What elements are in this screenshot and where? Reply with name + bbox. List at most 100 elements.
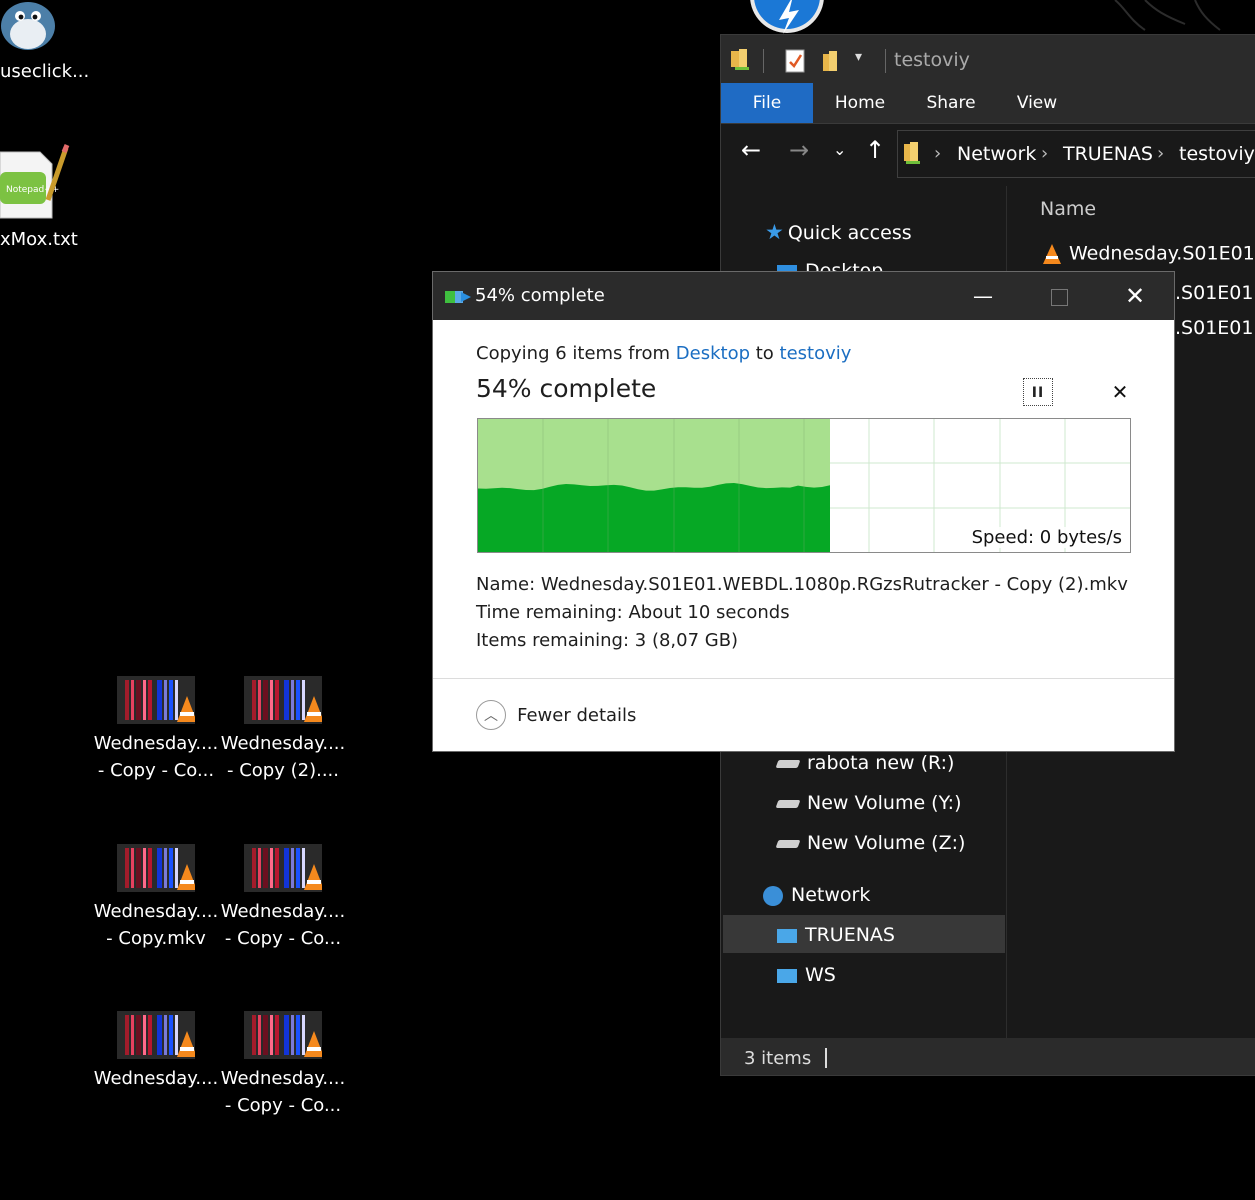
desktop-label-txt: xMox.txt — [0, 229, 78, 250]
breadcrumb-separator-icon: › — [1041, 143, 1049, 164]
detail-time-value: About 10 seconds — [628, 602, 790, 623]
tab-share[interactable]: Share — [911, 83, 991, 123]
file-row[interactable]: Wednesday.S01E01.W — [1041, 242, 1255, 266]
forward-arrow-icon[interactable]: → — [789, 136, 809, 164]
desktop-file-label: Wednesday.... — [93, 901, 219, 922]
nav-network[interactable]: Network — [763, 884, 870, 906]
desktop-file-label: Wednesday.... — [220, 733, 346, 754]
desktop-file-mkv-1[interactable]: Wednesday.... - Copy - Co... — [91, 672, 221, 792]
address-bar[interactable]: › Network › TRUENAS › testoviy — [897, 130, 1255, 178]
transfer-speed-graph: Speed: 0 bytes/s — [477, 418, 1131, 553]
properties-icon[interactable] — [785, 49, 807, 73]
copy-progress-dialog[interactable]: 54% complete — ✕ Copying 6 items from De… — [432, 271, 1175, 752]
desktop-file-label: Wednesday.... — [220, 1068, 346, 1089]
qat-dropdown-icon[interactable]: ▾ — [855, 49, 862, 65]
desktop-shortcut-lightning-app[interactable] — [749, 0, 825, 34]
desktop-file-txt[interactable]: Notepad++ xMox.txt — [0, 142, 90, 252]
breadcrumb-testoviy[interactable]: testoviy — [1179, 131, 1255, 177]
dialog-title-bar[interactable]: 54% complete — ✕ — [433, 272, 1174, 320]
wallpaper-decoration — [1114, 0, 1221, 31]
nav-drive-r[interactable]: rabota new (R:) — [775, 752, 954, 774]
breadcrumb-truenas[interactable]: TRUENAS — [1063, 131, 1153, 177]
breadcrumb-separator-icon: › — [934, 143, 942, 164]
minimize-button[interactable]: — — [953, 272, 1013, 320]
vlc-cone-icon — [1043, 244, 1061, 264]
back-arrow-icon[interactable]: ← — [741, 136, 761, 164]
up-arrow-icon[interactable]: ↑ — [865, 136, 885, 164]
new-folder-icon[interactable] — [821, 49, 843, 73]
desktop-file-mkv-5[interactable]: Wednesday.... — [91, 1007, 221, 1127]
qat-divider — [763, 49, 764, 73]
nav-drive-z-label: New Volume (Z:) — [807, 832, 966, 854]
copy-summary-to: to — [750, 343, 780, 364]
ribbon-tabs: File Home Share View — [721, 83, 1255, 124]
speed-label: Speed: 0 bytes/s — [971, 527, 1122, 548]
desktop-file-mkv-2[interactable]: Wednesday.... - Copy (2).... — [218, 672, 348, 792]
desktop-file-label-2: - Copy - Co... — [97, 760, 215, 781]
maximize-button — [1029, 272, 1089, 320]
maximize-icon — [1050, 289, 1068, 306]
status-divider — [825, 1048, 827, 1068]
recent-locations-chevron-icon[interactable]: ⌄ — [833, 140, 846, 159]
folder-pin-icon[interactable] — [729, 47, 753, 73]
video-file-icon — [244, 676, 322, 724]
nav-truenas: TRUENAS — [777, 924, 895, 946]
tab-file[interactable]: File — [721, 83, 813, 123]
minimize-icon: — — [973, 284, 993, 308]
nav-drive-y[interactable]: New Volume (Y:) — [775, 792, 962, 814]
desktop-file-label-2: - Copy - Co... — [224, 928, 342, 949]
navigation-bar: ← → ⌄ ↑ › Network › TRUENAS › testoviy — [721, 124, 1255, 186]
network-globe-icon — [763, 885, 783, 906]
qat-divider-2 — [885, 49, 886, 73]
detail-name: Name: Wednesday.S01E01.WEBDL.1080p.RGzsR… — [476, 574, 1128, 595]
file-row[interactable]: .S01E01.W — [1175, 317, 1255, 339]
desktop-file-mkv-4[interactable]: Wednesday.... - Copy - Co... — [218, 840, 348, 960]
pause-button[interactable]: II — [1023, 378, 1053, 406]
fewer-details-button[interactable]: ︿ Fewer details — [476, 700, 636, 734]
video-file-icon — [244, 844, 322, 892]
column-header-name[interactable]: Name — [1040, 198, 1096, 220]
nav-drive-z[interactable]: New Volume (Z:) — [775, 832, 966, 854]
destination-link[interactable]: testoviy — [780, 343, 852, 364]
cancel-copy-button[interactable]: ✕ — [1105, 378, 1135, 406]
tab-view[interactable]: View — [999, 83, 1075, 123]
computer-icon — [777, 968, 797, 983]
star-icon: ★ — [765, 220, 784, 244]
desktop-shortcut-mouse-app[interactable]: useclick... — [0, 0, 90, 90]
quick-access-toolbar: ▾ testoviy — [721, 35, 1255, 85]
tab-home[interactable]: Home — [819, 83, 901, 123]
chevron-up-icon: ︿ — [476, 700, 506, 730]
notepadpp-file-icon: Notepad++ — [0, 144, 70, 219]
breadcrumb-network[interactable]: Network — [957, 131, 1036, 177]
copy-summary: Copying 6 items from Desktop to testoviy — [476, 343, 851, 364]
desktop-file-mkv-3[interactable]: Wednesday.... - Copy.mkv — [91, 840, 221, 960]
desktop-file-label-2: - Copy - Co... — [224, 1095, 342, 1116]
breadcrumb-separator-icon: › — [1157, 143, 1165, 164]
desktop-file-label: Wednesday.... — [93, 1068, 219, 1089]
file-row[interactable]: .S01E01.W — [1175, 282, 1255, 304]
close-window-button[interactable]: ✕ — [1105, 272, 1165, 320]
copy-summary-prefix: Copying 6 items from — [476, 343, 676, 364]
video-file-icon — [244, 1011, 322, 1059]
nav-truenas-label: TRUENAS — [805, 924, 895, 946]
nav-truenas-selected[interactable]: TRUENAS — [723, 915, 1005, 953]
desktop-file-mkv-6[interactable]: Wednesday.... - Copy - Co... — [218, 1007, 348, 1127]
nav-ws-label: WS — [805, 964, 836, 986]
speed-area — [478, 481, 830, 552]
desktop-file-label-2: - Copy.mkv — [106, 928, 206, 949]
file-name: .S01E01.W — [1175, 282, 1255, 304]
copy-progress-icon — [445, 291, 471, 303]
dialog-title: 54% complete — [475, 285, 605, 306]
source-link[interactable]: Desktop — [676, 343, 750, 364]
desktop-file-label: Wednesday.... — [93, 733, 219, 754]
nav-ws[interactable]: WS — [777, 964, 836, 986]
detail-name-value: Wednesday.S01E01.WEBDL.1080p.RGzsRutrack… — [540, 574, 1128, 595]
drive-icon — [775, 839, 801, 848]
detail-items: Items remaining: 3 (8,07 GB) — [476, 630, 738, 651]
computer-icon — [777, 928, 797, 943]
video-file-icon — [117, 844, 195, 892]
pause-icon: II — [1031, 385, 1045, 401]
close-icon: ✕ — [1124, 282, 1146, 310]
nav-quick-access[interactable]: ★ Quick access — [765, 220, 912, 244]
detail-time: Time remaining: About 10 seconds — [476, 602, 790, 623]
